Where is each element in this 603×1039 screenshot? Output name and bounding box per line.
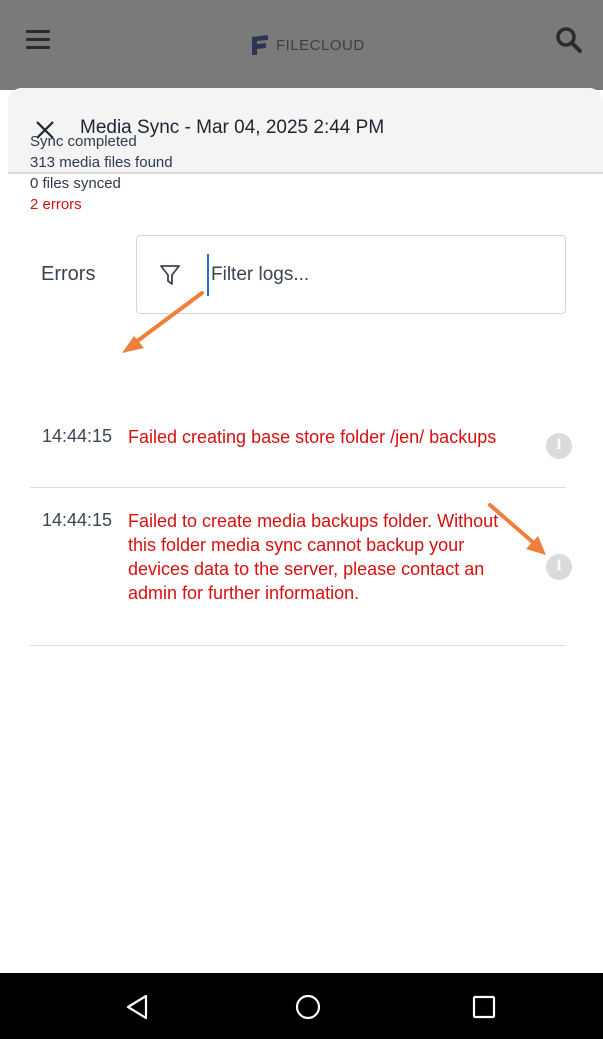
sync-status: Sync completed <box>30 133 137 150</box>
back-triangle-icon[interactable] <box>124 993 152 1021</box>
filter-logs-input[interactable] <box>207 254 543 296</box>
filecloud-logo-icon <box>252 35 268 55</box>
log-time: 14:44:15 <box>42 510 113 530</box>
errors-filter-label: Errors <box>41 263 96 285</box>
errors-count: 2 errors <box>30 196 82 213</box>
app-bar: FILECLOUD <box>0 0 603 90</box>
log-message: Failed to create media backups folder. W… <box>128 511 499 603</box>
hamburger-icon[interactable] <box>26 30 50 50</box>
filter-icon <box>160 265 180 285</box>
search-icon[interactable] <box>555 26 583 54</box>
info-icon[interactable]: i <box>546 554 572 580</box>
sync-summary: Sync completed 313 media files found 0 f… <box>30 131 173 215</box>
files-found-count: 313 media files found <box>30 154 173 171</box>
log-time: 14:44:15 <box>42 426 113 446</box>
brand-name: FILECLOUD <box>276 36 365 54</box>
filter-logs-box[interactable] <box>136 235 566 314</box>
filecloud-logo: FILECLOUD <box>250 34 365 56</box>
log-message: Failed creating base store folder /jen/ … <box>128 427 497 447</box>
home-circle-icon[interactable] <box>294 993 322 1021</box>
info-icon[interactable]: i <box>546 433 572 459</box>
recents-square-icon[interactable] <box>470 993 498 1021</box>
files-synced-count: 0 files synced <box>30 175 121 192</box>
log-row: 14:44:15 Failed creating base store fold… <box>30 417 572 488</box>
android-nav-bar <box>0 973 603 1039</box>
log-row: 14:44:15 Failed to create media backups … <box>30 488 572 646</box>
